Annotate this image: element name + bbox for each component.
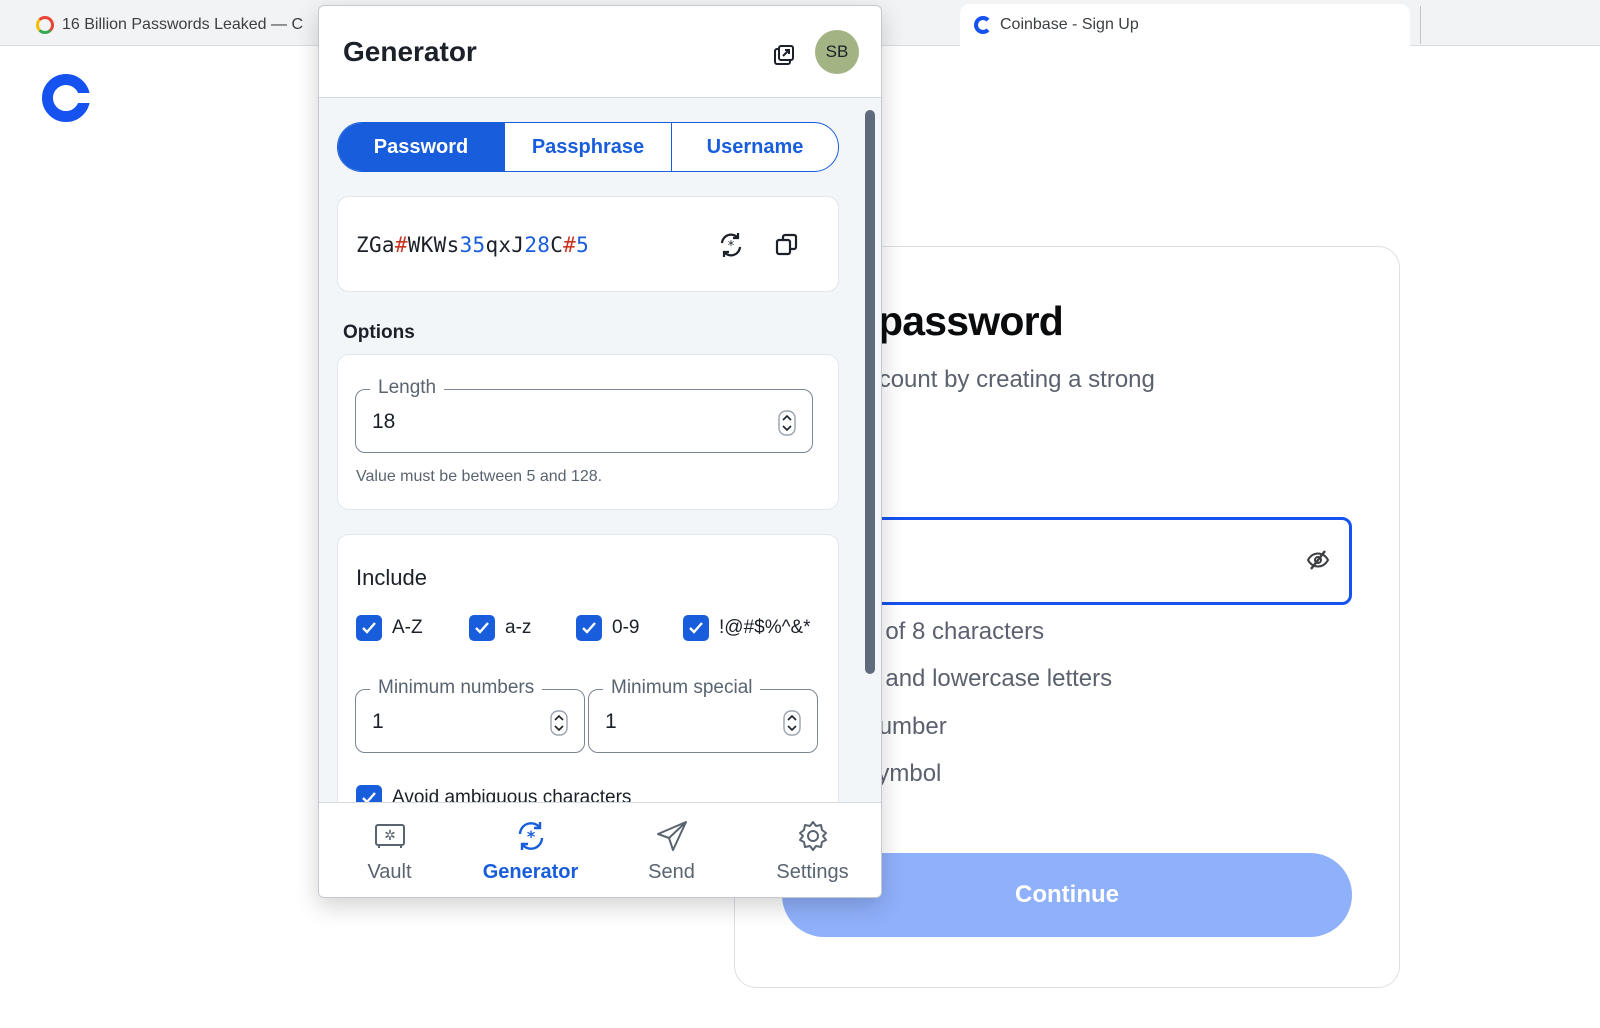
password-segment-symbol: # [563,233,577,257]
tab-password[interactable]: Password [338,123,504,171]
password-segment-letter: C [550,233,564,257]
checkbox-avoid-ambiguous[interactable]: Avoid ambiguous characters [356,785,631,802]
length-card: Length 18 Value must be between 5 and 12… [337,354,839,510]
scrollbar-thumb[interactable] [865,110,875,674]
generator-type-toggle: Password Passphrase Username [337,122,839,172]
minimum-special-field[interactable]: Minimum special 1 [588,677,818,753]
password-segment-number: 28 [524,233,551,257]
nav-label: Settings [776,860,849,883]
password-segment-letter: ZGa [356,233,395,257]
length-value[interactable]: 18 [372,410,395,434]
nav-send[interactable]: Send [601,803,742,897]
password-input[interactable] [800,517,1352,605]
checkmark-icon [683,615,709,641]
regenerate-icon: * [720,233,742,257]
copy-password-button[interactable] [770,228,804,262]
generated-password-card: ZGa#WKWs35qxJ28C#5 * [337,196,839,292]
send-icon [656,820,687,851]
checkbox-label: 0-9 [612,617,640,638]
checkbox-uppercase[interactable]: A-Z [356,615,423,641]
popout-icon [774,45,794,65]
browser-tab-google[interactable]: 16 Billion Passwords Leaked — C [22,4,322,46]
popup-title: Generator [343,36,477,67]
tab-passphrase[interactable]: Passphrase [504,123,671,171]
regenerate-button[interactable]: * [714,228,748,262]
vault-icon: ✲ [374,823,405,848]
minimum-numbers-label: Minimum numbers [370,677,543,699]
minimum-numbers-stepper-icon[interactable] [550,710,568,736]
password-segment-letter: WKWs [407,233,460,257]
minimum-special-value[interactable]: 1 [605,710,617,734]
password-segment-symbol: # [394,233,408,257]
checkbox-numbers[interactable]: 0-9 [576,615,639,641]
length-stepper-icon[interactable] [778,410,796,436]
browser-tab-label: 16 Billion Passwords Leaked — C [62,16,304,33]
nav-generator[interactable]: * Generator [460,803,601,897]
nav-vault[interactable]: ✲ Vault [319,803,460,897]
minimum-numbers-field[interactable]: Minimum numbers 1 [355,677,585,753]
length-label: Length [370,377,445,399]
svg-text:*: * [728,239,735,254]
svg-text:*: * [526,827,535,846]
checkmark-icon [356,785,382,802]
svg-text:✲: ✲ [384,828,396,844]
google-favicon-icon [36,16,54,34]
checkbox-label: Avoid ambiguous characters [392,787,632,802]
coinbase-logo-icon[interactable] [42,74,91,122]
eye-slash-icon[interactable] [1306,548,1330,572]
popout-button[interactable] [769,40,799,70]
checkmark-icon [576,615,602,641]
checkbox-label: !@#$%^&* [719,617,811,638]
checkbox-label: A-Z [392,617,423,638]
generated-password[interactable]: ZGa#WKWs35qxJ28C#5 [356,233,589,257]
nav-settings[interactable]: Settings [742,803,881,897]
popup-header: Generator SB [319,6,881,98]
checkmark-icon [356,615,382,641]
coinbase-favicon-icon [974,16,992,34]
checkbox-special[interactable]: !@#$%^&* [683,615,811,641]
browser-tab-coinbase[interactable]: Coinbase - Sign Up [960,4,1410,46]
checkbox-label: a-z [505,617,532,638]
settings-icon [798,820,827,851]
nav-label: Send [648,860,695,883]
tab-username[interactable]: Username [671,123,838,171]
generator-icon: * [518,821,543,850]
minimum-numbers-value[interactable]: 1 [372,710,384,734]
include-card: Include A-Z a-z 0-9 !@#$%^&* Minimum num… [337,534,839,802]
generator-content[interactable]: Password Passphrase Username ZGa#WKWs35q… [319,98,881,802]
checkbox-lowercase[interactable]: a-z [469,615,531,641]
include-heading: Include [356,565,427,590]
minimum-special-stepper-icon[interactable] [783,710,801,736]
length-field[interactable]: Length 18 [355,377,813,453]
browser-tab-label: Coinbase - Sign Up [1000,16,1139,33]
nav-label: Vault [367,860,412,883]
password-generator-popup: Generator SB Password Passphrase Usernam… [318,5,882,898]
checkmark-icon [469,615,495,641]
nav-label: Generator [482,860,579,883]
password-segment-number: 35 [459,233,486,257]
minimum-special-label: Minimum special [603,677,761,699]
options-heading: Options [343,322,415,343]
tab-separator [1420,6,1421,44]
avatar[interactable]: SB [815,30,859,74]
length-hint: Value must be between 5 and 128. [356,468,603,485]
bottom-nav: ✲ Vault * Generator Send Settings [319,802,881,897]
password-segment-letter: qxJ [485,233,525,257]
copy-icon [775,233,798,256]
password-segment-number: 5 [576,233,590,257]
